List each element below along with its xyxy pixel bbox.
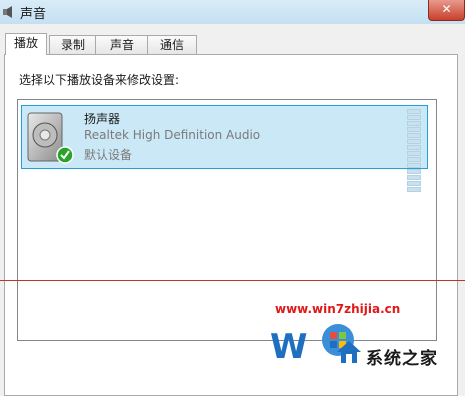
divider-line [0, 280, 465, 281]
watermark-site-name: 系统之家 [366, 349, 438, 369]
device-name: 扬声器 [84, 112, 121, 126]
device-item-speakers[interactable]: 扬声器 Realtek High Definition Audio 默认设备 [21, 105, 428, 192]
speaker-device-icon [27, 112, 74, 164]
svg-text:W: W [270, 327, 308, 363]
tab-communications[interactable]: 通信 [147, 35, 197, 54]
instruction-label: 选择以下播放设备来修改设置: [19, 73, 180, 87]
device-status: 默认设备 [84, 148, 133, 162]
close-button[interactable]: ✕ [428, 0, 465, 21]
volume-level-meter [407, 109, 421, 192]
tab-recording[interactable]: 录制 [49, 35, 97, 54]
window-title: 声音 [20, 7, 47, 22]
title-bar: 声音 ✕ [0, 0, 465, 24]
device-driver: Realtek High Definition Audio [84, 128, 261, 142]
house-logo-icon [337, 341, 361, 363]
speaker-app-icon [3, 6, 12, 18]
tab-sounds[interactable]: 声音 [95, 35, 149, 54]
tab-playback[interactable]: 播放 [5, 33, 47, 55]
watermark-url: www.win7zhijia.cn [275, 302, 401, 316]
